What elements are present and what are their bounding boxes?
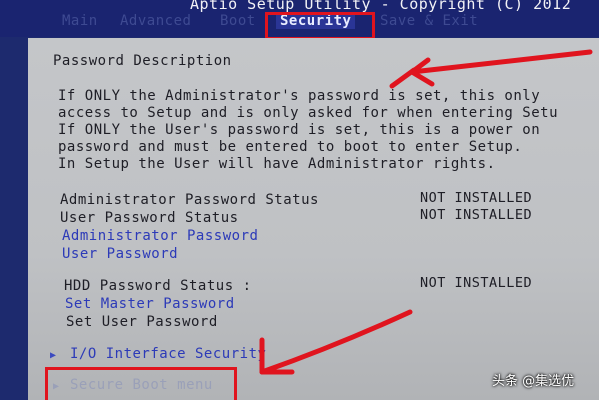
- red-arrow-icon: [259, 309, 413, 375]
- annotation-arrows: [259, 49, 593, 375]
- watermark: 头条 @集选优: [492, 374, 575, 389]
- red-arrow-icon: [389, 49, 593, 89]
